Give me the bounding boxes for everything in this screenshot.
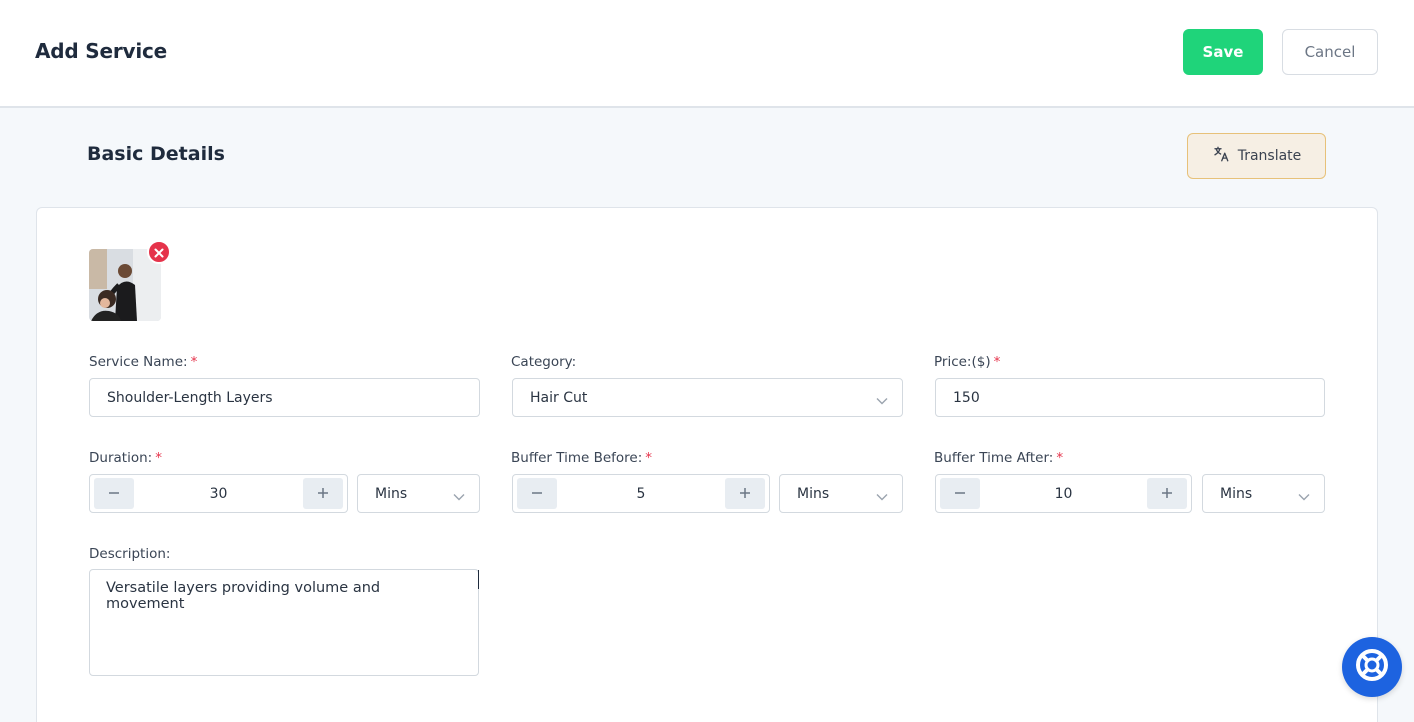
- service-name-input[interactable]: Shoulder-Length Layers: [89, 378, 480, 417]
- minus-icon: [954, 483, 966, 504]
- chevron-down-icon: [876, 393, 888, 409]
- buffer-before-stepper[interactable]: 5: [512, 474, 770, 513]
- top-bar: Add Service Save Cancel: [0, 0, 1414, 108]
- price-input[interactable]: 150: [935, 378, 1325, 417]
- buffer-before-increment-button[interactable]: [725, 478, 765, 509]
- text-caret: [478, 570, 479, 589]
- duration-decrement-button[interactable]: [94, 478, 134, 509]
- save-button[interactable]: Save: [1183, 29, 1263, 75]
- buffer-before-label: Buffer Time Before: *: [511, 450, 653, 466]
- remove-image-button[interactable]: [147, 240, 171, 264]
- buffer-after-value[interactable]: 10: [980, 475, 1147, 512]
- service-name-label: Service Name: *: [89, 354, 198, 370]
- plus-icon: [739, 483, 751, 504]
- chevron-down-icon: [1298, 489, 1310, 505]
- duration-label: Duration: *: [89, 450, 162, 466]
- translate-icon: [1212, 145, 1230, 167]
- price-label: Price:($) *: [934, 354, 1001, 370]
- page-title: Add Service: [35, 39, 168, 63]
- buffer-after-unit-select[interactable]: Mins: [1202, 474, 1325, 513]
- category-label: Category:: [511, 354, 577, 370]
- plus-icon: [1161, 483, 1173, 504]
- category-select[interactable]: Hair Cut: [512, 378, 903, 417]
- chevron-down-icon: [453, 489, 465, 505]
- buffer-before-unit-select[interactable]: Mins: [779, 474, 903, 513]
- minus-icon: [531, 483, 543, 504]
- duration-value[interactable]: 30: [134, 475, 303, 512]
- duration-increment-button[interactable]: [303, 478, 343, 509]
- lifebuoy-icon: [1354, 647, 1390, 687]
- minus-icon: [108, 483, 120, 504]
- duration-stepper[interactable]: 30: [89, 474, 348, 513]
- close-icon: [154, 243, 164, 262]
- plus-icon: [317, 483, 329, 504]
- section-title: Basic Details: [87, 143, 225, 165]
- buffer-after-label: Buffer Time After: *: [934, 450, 1064, 466]
- buffer-after-increment-button[interactable]: [1147, 478, 1187, 509]
- chevron-down-icon: [876, 489, 888, 505]
- buffer-after-decrement-button[interactable]: [940, 478, 980, 509]
- help-button[interactable]: [1342, 637, 1402, 697]
- buffer-before-decrement-button[interactable]: [517, 478, 557, 509]
- buffer-after-stepper[interactable]: 10: [935, 474, 1192, 513]
- cancel-button[interactable]: Cancel: [1282, 29, 1378, 75]
- translate-label: Translate: [1237, 148, 1302, 164]
- description-textarea[interactable]: Versatile layers providing volume and mo…: [89, 569, 479, 676]
- buffer-before-value[interactable]: 5: [557, 475, 725, 512]
- translate-button[interactable]: Translate: [1187, 133, 1326, 179]
- description-label: Description:: [89, 546, 171, 562]
- duration-unit-select[interactable]: Mins: [357, 474, 480, 513]
